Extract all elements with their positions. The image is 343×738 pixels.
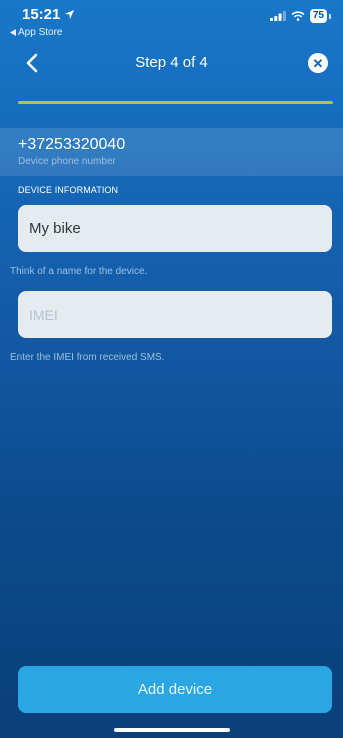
back-to-app-store[interactable]: App Store: [10, 27, 62, 38]
wifi-icon: [291, 11, 305, 21]
back-app-label: App Store: [18, 27, 63, 38]
battery-icon: 75: [309, 9, 327, 23]
imei-hint: Enter the IMEI from received SMS.: [10, 352, 165, 363]
battery-tip: [329, 13, 331, 19]
device-phone-label: Device phone number: [18, 156, 116, 167]
back-triangle-icon: [10, 29, 16, 36]
imei-input[interactable]: IMEI: [18, 291, 332, 338]
navigation-bar: Step 4 of 4 ✕: [0, 48, 343, 78]
status-bar: 15:21 App Store 75: [0, 0, 343, 44]
home-indicator[interactable]: [114, 728, 230, 732]
status-indicators: 75: [269, 9, 331, 23]
status-time: 15:21: [22, 6, 75, 23]
step-progress-bar: [18, 101, 333, 104]
add-device-label: Add device: [137, 681, 213, 698]
device-name-value: My bike: [29, 220, 81, 237]
section-header-device-information: DEVICE INFORMATION: [18, 185, 119, 195]
page-title: Step 4 of 4: [135, 54, 208, 71]
add-device-button[interactable]: Add device: [18, 666, 332, 713]
signal-icon: [269, 11, 286, 21]
device-phone-number: +37253320040: [18, 136, 126, 153]
device-phone-row: +37253320040 Device phone number: [0, 128, 343, 176]
imei-placeholder: IMEI: [29, 306, 58, 323]
time-text: 15:21: [22, 6, 61, 23]
location-arrow-icon: [65, 9, 75, 20]
device-name-hint: Think of a name for the device.: [10, 266, 148, 277]
close-circle-icon[interactable]: ✕: [308, 53, 328, 73]
device-name-input[interactable]: My bike: [18, 205, 332, 252]
